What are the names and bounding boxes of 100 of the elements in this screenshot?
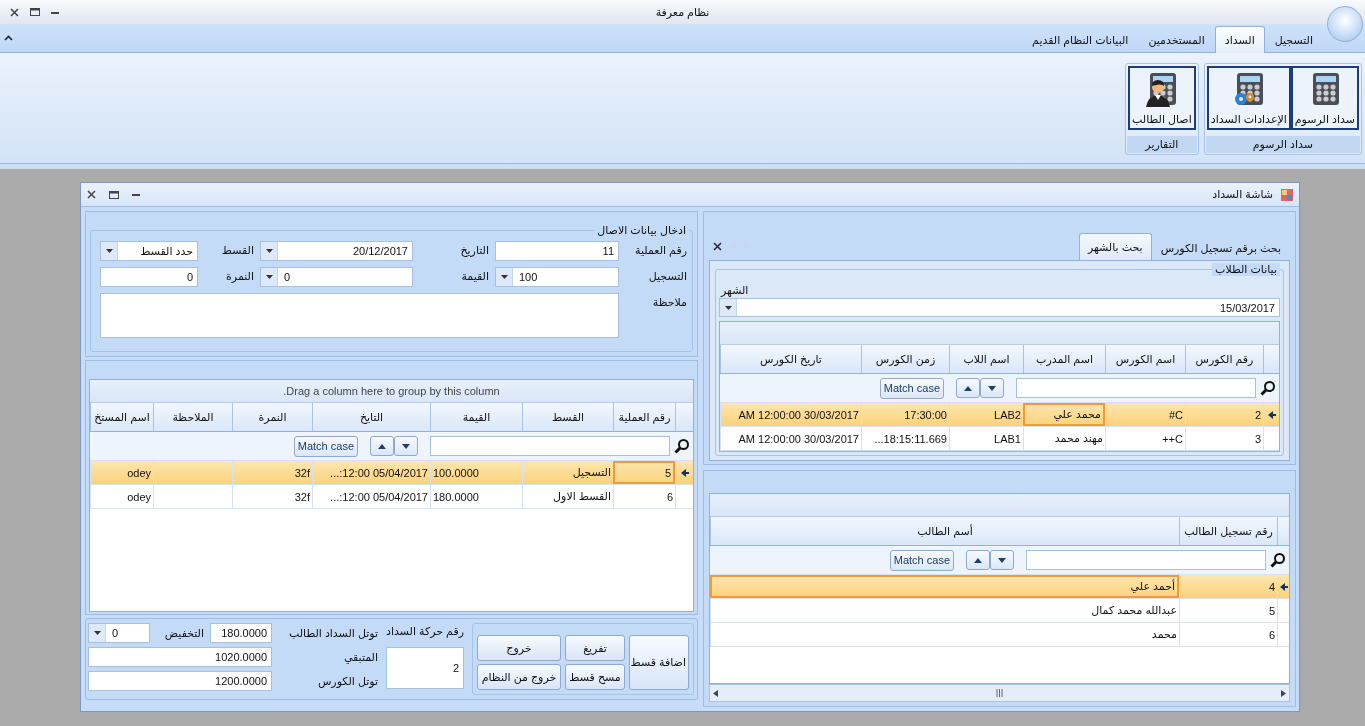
find-previous-button[interactable] bbox=[370, 436, 394, 456]
ribbon-tab[interactable]: البيانات النظام القديم bbox=[1022, 27, 1139, 52]
table-cell: مهند محمد bbox=[1023, 427, 1105, 450]
table-cell: 180.0000 bbox=[430, 485, 522, 508]
ribbon-tab[interactable]: التسجيل bbox=[1264, 27, 1323, 52]
action-button[interactable]: خروج bbox=[477, 635, 561, 661]
maximize-icon[interactable] bbox=[30, 8, 40, 16]
note-field[interactable] bbox=[100, 293, 619, 338]
down-triangle-icon bbox=[402, 443, 410, 449]
text-field[interactable]: 1200.0000 bbox=[88, 671, 273, 691]
match-case-button[interactable]: Match case bbox=[889, 549, 954, 571]
combo-field[interactable]: 0 bbox=[88, 623, 151, 643]
minimize-icon[interactable] bbox=[51, 10, 59, 14]
horizontal-scrollbar[interactable] bbox=[709, 684, 1290, 702]
search-field[interactable] bbox=[430, 436, 670, 456]
find-next-button[interactable] bbox=[980, 378, 1004, 398]
dropdown-field[interactable]: حدد القسط bbox=[100, 241, 198, 261]
find-previous-button[interactable] bbox=[966, 550, 990, 570]
table-cell: 05/04/2017 12:00:... bbox=[312, 461, 430, 484]
search-icon[interactable] bbox=[1260, 380, 1276, 396]
column-header[interactable]: اسم المدرب bbox=[1023, 345, 1105, 373]
table-cell: 100.0000 bbox=[430, 461, 522, 484]
column-header[interactable]: اسم الكورس bbox=[1105, 345, 1185, 373]
text-field[interactable]: 1020.0000 bbox=[88, 647, 273, 667]
dropdown-arrow-button[interactable] bbox=[89, 624, 107, 642]
table-cell: 05/04/2017 12:00:... bbox=[312, 485, 430, 508]
action-button[interactable]: اضافة قسط bbox=[629, 635, 689, 690]
dropdown-field[interactable]: 15/03/2017 bbox=[719, 298, 1280, 317]
action-button[interactable]: خروج من النظام bbox=[477, 664, 561, 690]
down-triangle-icon bbox=[998, 557, 1006, 563]
dropdown-arrow-button[interactable] bbox=[261, 268, 278, 286]
ribbon-button[interactable]: الإعدادات السداد bbox=[1206, 66, 1291, 130]
column-header[interactable]: اسم اللاب bbox=[949, 345, 1023, 373]
combo-field[interactable]: 100 bbox=[495, 267, 619, 287]
column-header[interactable]: الملاحظة bbox=[153, 403, 232, 431]
column-header[interactable]: التايخ bbox=[312, 403, 430, 431]
close-icon[interactable] bbox=[10, 7, 19, 17]
search-icon[interactable] bbox=[1270, 552, 1286, 568]
table-cell: 30/03/2017 12:00:00 AM bbox=[720, 427, 861, 450]
column-header[interactable]: تاريخ الكورس bbox=[720, 345, 861, 373]
scroll-left-icon[interactable] bbox=[713, 689, 718, 697]
close-icon[interactable] bbox=[87, 190, 96, 199]
maximize-icon[interactable] bbox=[109, 190, 119, 199]
text-field[interactable]: 2 bbox=[386, 647, 464, 689]
field-label: ملاحظة bbox=[651, 295, 687, 310]
column-header[interactable]: رقم الكورس bbox=[1185, 345, 1263, 373]
scroll-right-icon[interactable] bbox=[1281, 689, 1286, 697]
row-indicator-icon bbox=[680, 468, 689, 477]
text-field[interactable]: 180.0000 bbox=[210, 623, 273, 643]
find-next-button[interactable] bbox=[394, 436, 418, 456]
ribbon-tab[interactable]: السداد bbox=[1214, 26, 1265, 53]
down-triangle-icon bbox=[988, 385, 996, 391]
header-corner bbox=[675, 403, 693, 431]
dropdown-arrow-button[interactable] bbox=[261, 242, 278, 260]
find-previous-button[interactable] bbox=[956, 378, 980, 398]
text-field[interactable]: 0 bbox=[100, 267, 198, 287]
search-icon[interactable] bbox=[674, 438, 690, 454]
text-field[interactable]: 11 bbox=[495, 241, 619, 261]
table-cell: 32f bbox=[232, 461, 312, 484]
field-label: توتل السداد الطالب bbox=[287, 625, 379, 642]
search-field[interactable] bbox=[1016, 378, 1256, 398]
combo-field[interactable]: 0 bbox=[260, 267, 413, 287]
find-next-button[interactable] bbox=[990, 550, 1014, 570]
field-label: التخفيض bbox=[163, 626, 205, 640]
ribbon-button[interactable]: سداد الرسوم bbox=[1290, 66, 1359, 130]
minimize-icon[interactable] bbox=[132, 193, 140, 196]
tab[interactable]: بحث بالشهر bbox=[1078, 233, 1152, 261]
column-header[interactable]: القسط bbox=[522, 403, 613, 431]
table-cell: 32f bbox=[232, 485, 312, 508]
dropdown-arrow-button[interactable] bbox=[496, 268, 513, 286]
match-case-button[interactable]: Match case bbox=[879, 377, 944, 399]
caret-icon bbox=[93, 631, 101, 635]
table-cell: 2 bbox=[1185, 403, 1263, 426]
column-header[interactable]: القيمة bbox=[430, 403, 522, 431]
header-corner bbox=[1263, 345, 1279, 373]
match-case-button[interactable]: Match case bbox=[293, 435, 358, 457]
scroll-thumb-grip-icon[interactable] bbox=[996, 689, 1003, 697]
search-field[interactable] bbox=[1026, 550, 1266, 570]
table-cell: 17:30:00 bbox=[861, 403, 949, 426]
table-cell: odey bbox=[90, 485, 153, 508]
field-label: التاريخ bbox=[459, 243, 489, 259]
dropdown-arrow-button[interactable] bbox=[101, 242, 118, 260]
caret-icon bbox=[265, 275, 273, 279]
dropdown-field[interactable]: 20/12/2017 bbox=[260, 241, 413, 261]
column-header[interactable]: أسم الطالب bbox=[710, 517, 1179, 545]
dropdown-arrow-button[interactable] bbox=[720, 299, 737, 316]
ribbon-tab[interactable]: المستخدمين bbox=[1138, 27, 1215, 52]
column-header[interactable]: اسم المستخ bbox=[90, 403, 153, 431]
ribbon-button[interactable]: اصال الطالب bbox=[1128, 66, 1196, 130]
action-button[interactable]: مسح قسط bbox=[565, 664, 625, 690]
table-cell: 5 bbox=[1179, 599, 1277, 622]
tab[interactable]: بحث برقم تسجيل الكورس bbox=[1151, 235, 1290, 260]
close-icon[interactable] bbox=[713, 241, 722, 251]
column-header[interactable]: رقم تسجيل الطالب bbox=[1179, 517, 1277, 545]
window-title: شاشة السداد bbox=[1212, 188, 1273, 201]
column-header[interactable]: زمن الكورس bbox=[861, 345, 949, 373]
column-header[interactable]: النمرة bbox=[232, 403, 312, 431]
action-button[interactable]: تفريغ bbox=[565, 635, 625, 661]
collapse-ribbon-icon[interactable] bbox=[4, 35, 13, 41]
column-header[interactable]: رقم العملية bbox=[613, 403, 675, 431]
